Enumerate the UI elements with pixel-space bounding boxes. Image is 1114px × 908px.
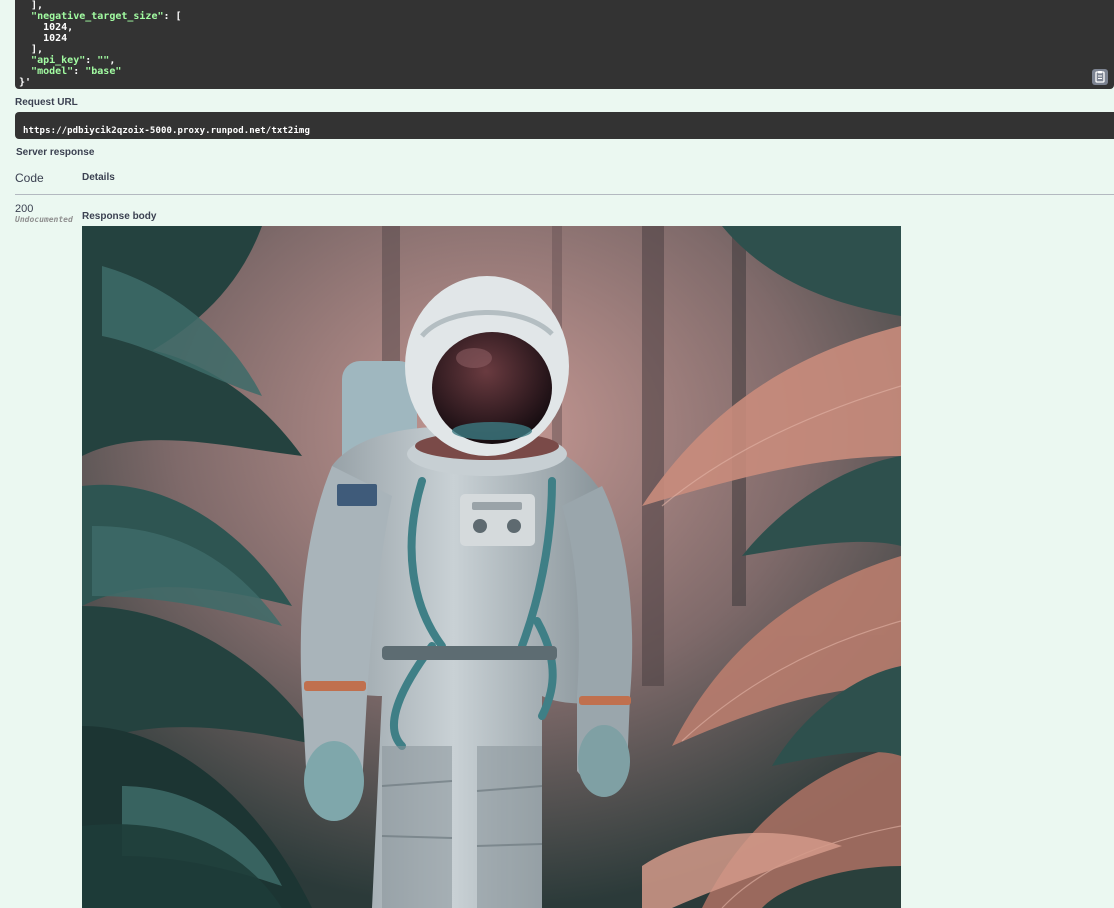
request-url-label: Request URL <box>15 97 78 108</box>
curl-line: ], <box>19 0 44 11</box>
response-undocumented-note: Undocumented <box>15 215 73 224</box>
curl-json-key: "negative_target_size" <box>31 11 164 22</box>
response-body-image <box>82 226 901 908</box>
details-column-header: Details <box>82 172 115 183</box>
code-column-header: Code <box>15 171 44 185</box>
curl-json-key: "model" <box>31 66 74 77</box>
curl-code-block[interactable]: ], "negative_target_size": [ 1024, 1024 … <box>15 0 1114 89</box>
swagger-response-section: ], "negative_target_size": [ 1024, 1024 … <box>0 0 1114 908</box>
curl-line: "model": "base" <box>31 66 122 77</box>
curl-json-key: "api_key" <box>31 55 86 66</box>
request-url-value[interactable]: https://pdbiycik2qzoix-5000.proxy.runpod… <box>23 126 310 136</box>
curl-line: "negative_target_size": [ <box>31 11 182 22</box>
copy-to-clipboard-button[interactable] <box>1092 69 1108 85</box>
curl-line: }' <box>19 77 32 88</box>
astronaut-jungle-image <box>82 226 901 908</box>
curl-line: ], <box>19 44 44 55</box>
curl-line: "api_key": "", <box>31 55 116 66</box>
curl-line: 1024, <box>19 22 74 33</box>
curl-json-value: "" <box>97 55 110 66</box>
curl-json-value: "base" <box>85 66 122 77</box>
response-body-label: Response body <box>82 211 157 222</box>
server-response-label: Server response <box>16 147 95 158</box>
clipboard-icon <box>1095 71 1105 83</box>
curl-line: 1024 <box>19 33 68 44</box>
request-url-box[interactable]: https://pdbiycik2qzoix-5000.proxy.runpod… <box>15 112 1114 139</box>
table-divider <box>15 194 1114 195</box>
curl-code-text: ], "negative_target_size": [ 1024, 1024 … <box>19 0 1114 88</box>
response-status-code: 200 <box>15 203 34 215</box>
